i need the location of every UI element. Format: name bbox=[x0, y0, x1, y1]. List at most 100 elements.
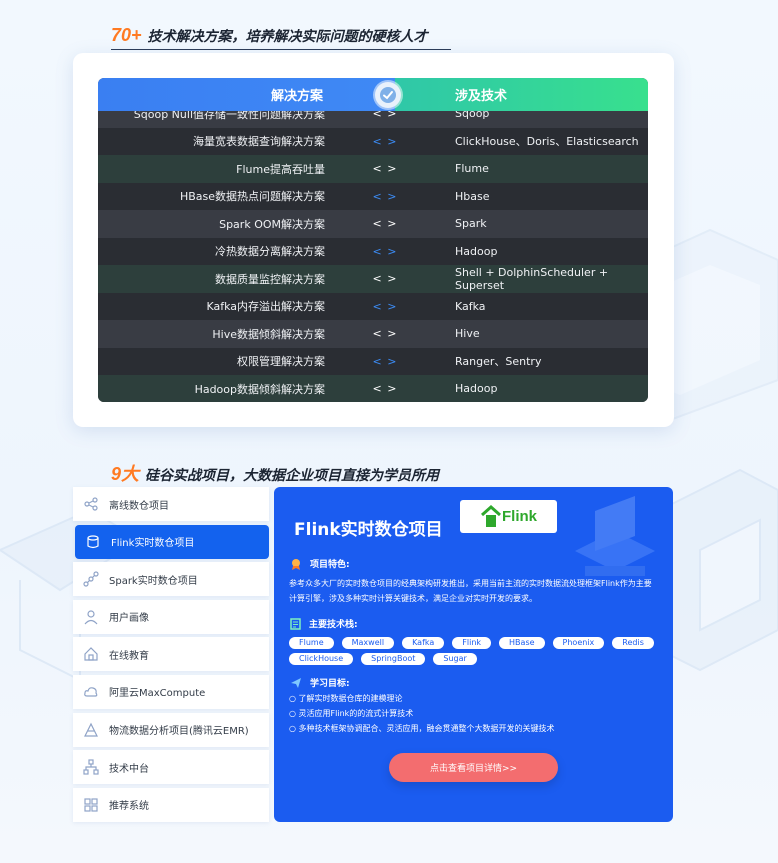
solutions-card: Sqoop Null值存储一致性问题解决方案 < > Sqoop 海量宽表数据查询解决… bbox=[73, 53, 674, 427]
view-project-details-button[interactable]: 点击查看项目详情>> bbox=[389, 753, 558, 782]
menu-item[interactable]: 在线教育 bbox=[73, 637, 269, 672]
menu-item[interactable]: 阿里云MaxCompute bbox=[73, 674, 269, 709]
goal-item: ○ 了解实时数据仓库的建模理论 bbox=[289, 694, 403, 703]
feature-text: 参考众多大厂的实时数仓项目的经典架构研发推出，采用当前主流的实时数据流处理框架F… bbox=[289, 579, 652, 603]
feature-label: 项目特色: bbox=[290, 557, 350, 570]
award-icon bbox=[292, 558, 300, 570]
tech-tag: ClickHouse bbox=[289, 653, 354, 665]
table-row: 海量宽表数据查询解决方案 < > ClickHouse、Doris、Elastics… bbox=[98, 127, 648, 155]
project-title: Flink实时数仓项目 bbox=[294, 520, 443, 540]
separator-cell: < > bbox=[372, 299, 398, 313]
solution-cell: Flume提高吞吐量 bbox=[236, 162, 325, 176]
tech-tag: SpringBoot bbox=[361, 653, 426, 665]
tech-cell: Flume bbox=[455, 162, 489, 176]
menu-item[interactable]: 推荐系统 bbox=[73, 787, 269, 822]
menu-item-label: 在线教育 bbox=[109, 650, 149, 662]
menu-item-label: Flink实时数仓项目 bbox=[111, 538, 195, 550]
projects-heading: 硅谷实战项目，大数据企业项目直接为学员所用 bbox=[145, 467, 440, 483]
tech-cell: Shell + DolphinScheduler + Superset bbox=[455, 265, 609, 292]
tech-cell: Hive bbox=[455, 327, 480, 341]
menu-item-label: 用户画像 bbox=[109, 613, 149, 625]
menu-item[interactable]: 技术中台 bbox=[73, 750, 269, 785]
table-row: Spark OOM解决方案 < > Spark bbox=[98, 210, 648, 238]
separator-cell: < > bbox=[372, 189, 398, 203]
tech-cell: Ranger、Sentry bbox=[455, 355, 542, 369]
solutions-table-header: 解决方案 涉及技术 bbox=[98, 78, 648, 111]
menu-item[interactable]: Spark实时数仓项目 bbox=[73, 562, 269, 597]
tech-cell: Kafka bbox=[455, 299, 486, 313]
solution-cell: 数据质量监控解决方案 bbox=[215, 272, 325, 286]
separator-cell: < > bbox=[372, 244, 398, 258]
separator-cell: < > bbox=[372, 217, 398, 231]
flink-logo: Flink bbox=[460, 500, 557, 533]
projects-count: 9大 bbox=[111, 464, 140, 484]
hierarchy-icon bbox=[83, 759, 99, 775]
solutions-heading: 技术解决方案，培养解决实际问题的硬核人才 bbox=[147, 28, 428, 44]
title-underline bbox=[111, 49, 451, 50]
project-menu: 离线数仓项目 Flink实时数仓项目 Spark实时数仓项目 用户画像在线教育阿里云M… bbox=[73, 487, 269, 825]
projects-section-title: 9大 硅谷实战项目，大数据企业项目直接为学员所用 bbox=[111, 460, 439, 486]
goal-item: ○ 多种技术框架协调配合、灵活应用，融会贯通整个大数据开发的关键技术 bbox=[289, 724, 555, 733]
solution-cell: Hadoop数据倾斜解决方案 bbox=[194, 382, 325, 396]
solution-cell: Hive数据倾斜解决方案 bbox=[212, 327, 325, 341]
flink-house-icon bbox=[480, 504, 501, 527]
tech-label-text: 主要技术栈: bbox=[309, 620, 358, 630]
tech-tag: Redis bbox=[612, 637, 654, 649]
goal-label: 学习目标: bbox=[290, 676, 350, 689]
menu-item[interactable]: Flink实时数仓项目 bbox=[75, 524, 269, 559]
table-row: HBase数据热点问题解决方案 < > Hbase bbox=[98, 182, 648, 210]
menu-item[interactable]: 离线数仓项目 bbox=[73, 487, 269, 521]
tech-tag: Kafka bbox=[402, 637, 445, 649]
feature-label-text: 项目特色: bbox=[310, 560, 350, 570]
menu-item-label: 物流数据分析项目(腾讯云EMR) bbox=[109, 726, 249, 738]
share-icon bbox=[83, 496, 99, 512]
tech-label: 主要技术栈: bbox=[290, 617, 358, 630]
send-icon bbox=[291, 677, 301, 688]
menu-item-label: 推荐系统 bbox=[109, 801, 149, 813]
solutions-table: Sqoop Null值存储一致性问题解决方案 < > Sqoop 海量宽表数据查询解决… bbox=[98, 78, 648, 402]
solutions-table-body: Sqoop Null值存储一致性问题解决方案 < > Sqoop 海量宽表数据查询解决… bbox=[98, 100, 648, 402]
tech-cell: Hadoop bbox=[455, 244, 498, 258]
project-detail-card: Flink实时数仓项目 Flink 项目特色: 参考众多大厂的实时数仓项目的经典… bbox=[274, 487, 673, 822]
menu-item-label: Spark实时数仓项目 bbox=[109, 575, 198, 587]
goal-item: ○ 灵活应用Flink的的流式计算技术 bbox=[289, 709, 414, 718]
table-row: 数据质量监控解决方案 < > Shell + DolphinScheduler + … bbox=[98, 265, 648, 293]
cloud-icon bbox=[83, 684, 99, 700]
menu-item[interactable]: 物流数据分析项目(腾讯云EMR) bbox=[73, 712, 269, 747]
learning-goals: ○ 了解实时数据仓库的建模理论 ○ 灵活应用Flink的的流式计算技术 ○ 多种技术… bbox=[289, 691, 555, 736]
tech-cell: ClickHouse、Doris、Elasticsearch bbox=[455, 135, 639, 149]
solution-cell: Spark OOM解决方案 bbox=[219, 217, 325, 231]
solution-cell: HBase数据热点问题解决方案 bbox=[179, 190, 325, 204]
menu-item-label: 技术中台 bbox=[109, 763, 149, 775]
separator-cell: < > bbox=[372, 382, 398, 396]
menu-item-label: 阿里云MaxCompute bbox=[109, 688, 206, 700]
separator-cell: < > bbox=[372, 134, 398, 148]
document-icon bbox=[290, 617, 301, 630]
table-row: 权限管理解决方案 < > Ranger、Sentry bbox=[98, 347, 648, 375]
solutions-section-title: 70+ 技术解决方案，培养解决实际问题的硬核人才 bbox=[111, 25, 428, 46]
tech-tag: Flink bbox=[452, 637, 492, 649]
solutions-count: 70+ bbox=[111, 25, 142, 45]
table-row: 冷热数据分离解决方案 < > Hadoop bbox=[98, 237, 648, 265]
solution-cell: 海量宽表数据查询解决方案 bbox=[193, 135, 325, 149]
tech-tags: Flume Maxwell Kafka Flink HBase Phoenix Redis C… bbox=[289, 637, 659, 665]
goal-label-text: 学习目标: bbox=[310, 679, 350, 689]
separator-cell: < > bbox=[372, 272, 398, 286]
table-row: Flume提高吞吐量 < > Flume bbox=[98, 155, 648, 183]
table-row: Hadoop数据倾斜解决方案 < > Hadoop bbox=[98, 375, 648, 402]
header-solution: 解决方案 bbox=[98, 78, 395, 111]
header-tech: 涉及技术 bbox=[395, 78, 648, 111]
tech-tag: Flume bbox=[289, 637, 334, 649]
tech-tag: Phoenix bbox=[552, 637, 605, 649]
tech-tag: Maxwell bbox=[341, 637, 395, 649]
user-icon bbox=[83, 609, 99, 625]
solution-cell: 权限管理解决方案 bbox=[237, 355, 325, 369]
tech-tag: Sugar bbox=[433, 653, 477, 665]
nodes-icon bbox=[83, 571, 99, 587]
table-row: Hive数据倾斜解决方案 < > Hive bbox=[98, 320, 648, 348]
flink-logo-text: Flink bbox=[501, 508, 537, 525]
solution-cell: 冷热数据分离解决方案 bbox=[215, 245, 325, 259]
grid-icon bbox=[83, 797, 99, 813]
tech-tag: HBase bbox=[499, 637, 545, 649]
menu-item[interactable]: 用户画像 bbox=[73, 599, 269, 634]
